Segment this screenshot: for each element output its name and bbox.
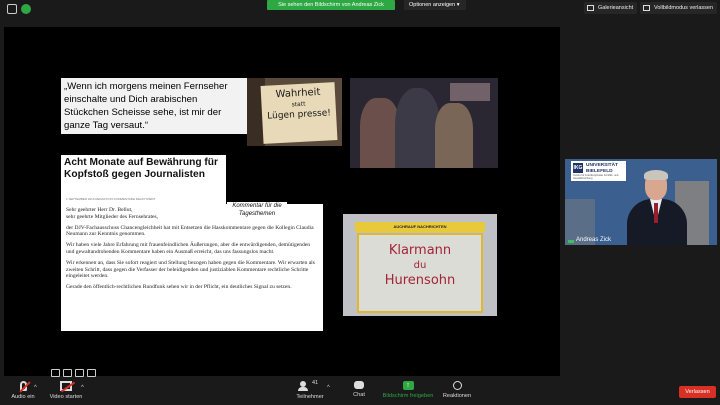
- kiosk-sign: AUCHRAUF NACHRICHTEN: [355, 222, 485, 232]
- letter-paragraph: Wir haben viele Jahre Erfahrung mit frau…: [66, 242, 311, 255]
- speaker-tie: [654, 203, 658, 223]
- graffiti-text: Klarmann du Hurensohn: [359, 243, 481, 288]
- letter-paragraph: der DJV-Fachausschuss Chancengleichheit …: [66, 224, 314, 238]
- security-shield-icon[interactable]: [21, 4, 31, 14]
- photo-figure: [395, 88, 440, 168]
- letter-paragraph: Gerade den öffentlich-rechtlichen Rundfu…: [66, 284, 292, 291]
- kiosk-graffiti-photo: AUCHRAUF NACHRICHTEN Klarmann du Hurenso…: [343, 214, 497, 316]
- chat-bubble-icon: [354, 381, 364, 389]
- arrow-right-icon[interactable]: [87, 369, 96, 377]
- chat-label: Chat: [353, 392, 365, 398]
- participants-options-caret[interactable]: ^: [327, 385, 330, 391]
- arrow-left-icon[interactable]: [51, 369, 60, 377]
- protest-sign-photo: Wahrheit statt Lügen presse!: [247, 78, 342, 146]
- emoji-icon: [452, 381, 462, 390]
- letter-paragraph: Wir erkennen an, dass Sie sofort reagier…: [66, 259, 315, 280]
- video-button[interactable]: Video starten: [46, 381, 86, 400]
- news-headline-card: Acht Monate auf Bewährung für Kopfstoß g…: [61, 155, 226, 204]
- gallery-view-button[interactable]: Galerieansicht: [584, 2, 638, 14]
- fullscreen-exit-icon: [643, 5, 650, 11]
- speaker-hair: [644, 170, 668, 180]
- participants-icon: 41: [298, 380, 322, 391]
- view-options-label: Optionen anzeigen: [409, 2, 456, 8]
- ikg-logo-mark: IKG: [573, 163, 583, 173]
- info-icon[interactable]: [7, 4, 17, 14]
- reactions-label: Reaktionen: [442, 393, 472, 399]
- photo-light: [450, 83, 490, 101]
- leave-meeting-button[interactable]: Verlassen: [679, 386, 716, 398]
- protest-sign: Wahrheit statt Lügen presse!: [260, 82, 338, 144]
- audio-label: Audio ein: [11, 394, 35, 400]
- share-label: Bildschirm freigeben: [382, 393, 434, 399]
- university-logo: IKG UNIVERSITÄT BIELEFELD Institut für in…: [571, 161, 626, 181]
- reactions-button[interactable]: Reaktionen: [440, 381, 474, 399]
- photo-figure: [435, 103, 473, 168]
- exit-fullscreen-button[interactable]: Vollbildmodus verlassen: [640, 2, 718, 14]
- video-label: Video starten: [49, 394, 83, 400]
- participants-label: Teilnehmer: [296, 394, 324, 400]
- mute-slash: [18, 381, 31, 393]
- person-glyph: [298, 387, 308, 391]
- quote-text: „Wenn ich morgens meinen Fernseher einsc…: [61, 78, 247, 134]
- participant-name-label: Andreas Zick: [576, 237, 612, 243]
- camera-off-icon: [60, 381, 76, 393]
- connection-signal-icon: [568, 238, 574, 243]
- crowd-scuffle-photo: [350, 78, 498, 168]
- graffiti-line-1: Klarmann: [388, 243, 452, 258]
- audio-options-caret[interactable]: ^: [34, 385, 37, 391]
- microphone-muted-icon: [18, 381, 31, 393]
- graffiti-line-2: du: [413, 260, 427, 271]
- speaker-figure: [627, 169, 687, 245]
- participant-name: Andreas Zick: [568, 237, 611, 243]
- university-name: UNIVERSITÄT BIELEFELD: [586, 163, 618, 174]
- video-options-caret[interactable]: ^: [81, 385, 84, 391]
- share-screen-button[interactable]: ↑ Bildschirm freigeben: [380, 381, 436, 399]
- graffiti-line-3: Hurensohn: [384, 273, 456, 288]
- news-headline: Acht Monate auf Bewährung für Kopfstoß g…: [64, 157, 218, 180]
- news-byline: 1 SEPTEMBER 2016 REDAKTION KOMMENTARE DE…: [66, 197, 156, 201]
- chat-button[interactable]: Chat: [345, 381, 373, 398]
- annotation-toolbar: [51, 364, 103, 377]
- djv-letter: Sehr geehrter Herr Dr. Bellut, sehr geeh…: [61, 204, 323, 331]
- screen-share-banner: Sie sehen den Bildschirm von Andreas Zic…: [267, 0, 395, 10]
- share-screen-icon: ↑: [402, 381, 414, 390]
- exit-fullscreen-label: Vollbildmodus verlassen: [654, 5, 714, 11]
- kiosk-shutter: Klarmann du Hurensohn: [357, 233, 483, 313]
- participants-button[interactable]: 41 Teilnehmer: [290, 380, 330, 400]
- pen-icon[interactable]: [63, 369, 72, 377]
- university-line-1: UNIVERSITÄT: [586, 163, 618, 168]
- meeting-toolbar: Audio ein ^ Video starten ^ 41 Teilnehme…: [0, 378, 720, 405]
- shared-screen: „Wenn ich morgens meinen Fernseher einsc…: [4, 27, 560, 377]
- photo-figure: [360, 98, 400, 168]
- participant-video-tile[interactable]: IKG UNIVERSITÄT BIELEFELD Institut für in…: [565, 159, 717, 245]
- camera-slash: [60, 381, 76, 393]
- gallery-view-label: Galerieansicht: [598, 5, 634, 11]
- view-options-button[interactable]: Optionen anzeigen ▾: [404, 0, 466, 10]
- participants-count: 41: [312, 380, 319, 386]
- top-bar: Sie sehen den Bildschirm von Andreas Zic…: [0, 0, 720, 18]
- grid-icon: [587, 5, 594, 11]
- institute-name: Institut für interdisziplinäre Konflikt-…: [573, 174, 619, 180]
- tagesthemen-caption: Kommentar für die Tagesthemen: [227, 202, 287, 218]
- text-icon[interactable]: [75, 369, 84, 377]
- chevron-down-icon: ▾: [456, 2, 460, 8]
